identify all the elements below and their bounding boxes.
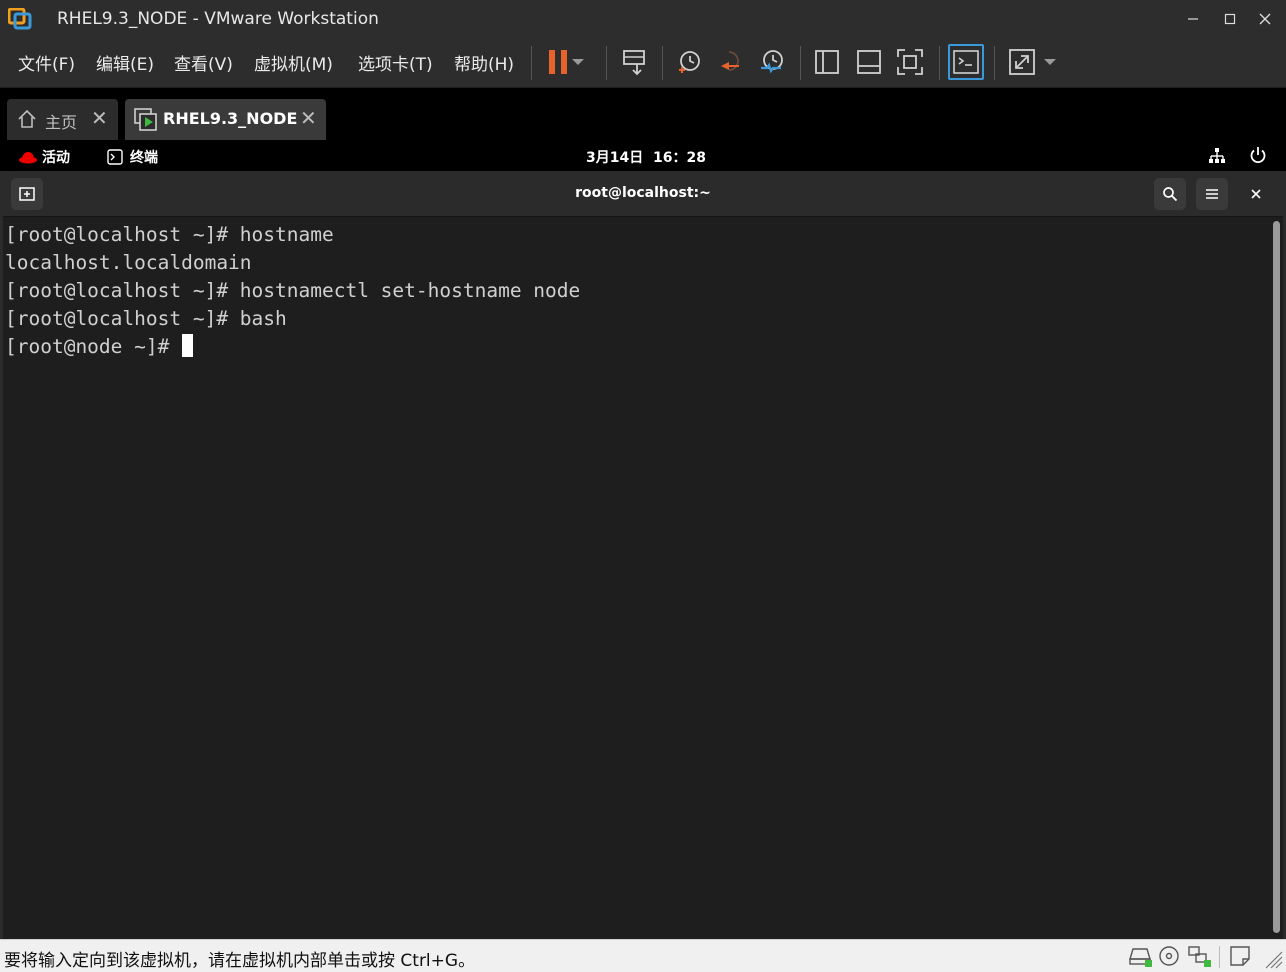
terminal-line: [root@localhost ~]# hostname — [5, 223, 334, 246]
take-snapshot-button[interactable] — [671, 44, 707, 80]
tab-strip: 主页 ✕ RHEL9.3_NODE ✕ — [0, 88, 1286, 140]
toolbar-divider — [531, 46, 532, 80]
close-icon[interactable]: ✕ — [300, 106, 317, 130]
terminal-scrollbar[interactable] — [1273, 221, 1280, 933]
status-message: 要将输入定向到该虚拟机，请在虚拟机内部单击或按 Ctrl+G。 — [4, 951, 476, 971]
send-ctrl-alt-del-button[interactable] — [616, 44, 652, 80]
tab-rhel9-node-label: RHEL9.3_NODE — [163, 109, 298, 128]
text-cursor — [182, 334, 194, 357]
close-window-button[interactable] — [1250, 6, 1280, 32]
gnome-top-bar: 活动 终端 3月14日 16：28 — [0, 140, 1286, 171]
home-icon — [18, 109, 36, 128]
vmware-logo-icon — [7, 7, 32, 30]
toolbar-divider — [606, 46, 607, 80]
stretch-icon — [1009, 49, 1035, 75]
app-menu-label: 终端 — [130, 150, 158, 166]
hard-disk-icon[interactable] — [1128, 945, 1154, 967]
terminal-line: [root@localhost ~]# hostnamectl set-host… — [5, 279, 581, 302]
menu-help[interactable]: 帮助(H) — [454, 50, 514, 75]
message-log-icon[interactable] — [1229, 945, 1255, 967]
app-menu-terminal[interactable]: 终端 — [107, 147, 158, 167]
activities-button[interactable]: 活动 — [18, 147, 70, 167]
tab-home-label: 主页 — [45, 113, 78, 132]
close-icon[interactable]: ✕ — [91, 106, 108, 130]
console-view-icon — [953, 50, 979, 74]
terminal-line: [root@localhost ~]# bash — [5, 307, 287, 330]
snapshot-manager-icon — [761, 50, 783, 74]
clock[interactable]: 3月14日 16：28 — [586, 147, 706, 167]
menu-edit[interactable]: 编辑(E) — [96, 50, 154, 75]
terminal-headerbar: root@localhost:~ — [3, 171, 1283, 217]
tab-rhel9-node[interactable]: RHEL9.3_NODE ✕ — [125, 99, 326, 140]
cd-dvd-icon[interactable] — [1158, 945, 1184, 967]
power-dropdown-button[interactable] — [568, 44, 588, 80]
terminal-prompt: [root@node ~]# — [5, 335, 182, 358]
snapshot-manager-button[interactable] — [754, 44, 790, 80]
terminal-output[interactable]: [root@localhost ~]# hostname localhost.l… — [5, 221, 1267, 936]
console-view-button[interactable] — [948, 44, 984, 80]
pause-icon — [549, 50, 567, 74]
terminal-line: localhost.localdomain — [5, 251, 252, 274]
power-icon[interactable] — [1249, 146, 1267, 164]
terminal-title: root@localhost:~ — [575, 185, 711, 201]
menu-file[interactable]: 文件(F) — [18, 50, 75, 75]
show-library-button[interactable] — [809, 44, 845, 80]
close-terminal-button[interactable] — [1246, 184, 1266, 204]
toolbar-divider — [939, 46, 940, 80]
terminal-prompt-line: [root@node ~]# — [5, 333, 1267, 361]
stretch-dropdown-button[interactable] — [1040, 44, 1060, 80]
stretch-guest-button[interactable] — [1004, 44, 1040, 80]
full-screen-button[interactable] — [892, 44, 928, 80]
dropdown-arrow-icon — [1044, 59, 1056, 65]
minimize-button[interactable] — [1178, 6, 1208, 32]
activities-label: 活动 — [42, 150, 70, 166]
sidebar-icon — [815, 50, 839, 74]
resize-grip-icon[interactable] — [1262, 948, 1284, 970]
vm-running-icon — [134, 108, 157, 131]
status-divider — [1219, 946, 1220, 968]
hamburger-menu-button[interactable] — [1196, 178, 1228, 210]
toolbar-divider — [662, 46, 663, 80]
search-button[interactable] — [1154, 178, 1186, 210]
show-thumbnails-button[interactable] — [851, 44, 887, 80]
send-ctrl-alt-del-icon — [623, 50, 645, 76]
thumbnail-icon — [857, 50, 881, 74]
snapshot-icon — [679, 51, 700, 73]
close-icon — [1251, 189, 1261, 199]
window-title: RHEL9.3_NODE - VMware Workstation — [57, 9, 379, 29]
status-bar: 要将输入定向到该虚拟机，请在虚拟机内部单击或按 Ctrl+G。 — [0, 939, 1286, 972]
maximize-button[interactable] — [1215, 6, 1245, 32]
terminal-icon — [107, 149, 123, 165]
terminal-window[interactable]: root@localhost:~ [root@localhost ~]# hos… — [3, 171, 1283, 939]
network-adapter-icon[interactable] — [1187, 945, 1213, 967]
toolbar-divider — [800, 46, 801, 80]
revert-snapshot-button[interactable] — [713, 44, 749, 80]
tab-home[interactable]: 主页 ✕ — [7, 99, 118, 140]
search-icon — [1163, 187, 1178, 202]
revert-snapshot-icon — [721, 51, 739, 71]
redhat-logo-icon — [19, 152, 37, 164]
menu-vm[interactable]: 虚拟机(M) — [254, 50, 333, 75]
menu-view[interactable]: 查看(V) — [174, 50, 233, 75]
window-titlebar: RHEL9.3_NODE - VMware Workstation — [0, 0, 1286, 38]
toolbar-divider — [994, 46, 995, 80]
network-icon[interactable] — [1208, 147, 1226, 165]
menu-toolbar: 文件(F) 编辑(E) 查看(V) 虚拟机(M) 选项卡(T) 帮助(H) — [0, 38, 1286, 88]
dropdown-arrow-icon — [572, 59, 584, 65]
menu-tabs[interactable]: 选项卡(T) — [358, 50, 433, 75]
fullscreen-icon — [897, 49, 923, 75]
hamburger-menu-icon — [1206, 189, 1218, 199]
